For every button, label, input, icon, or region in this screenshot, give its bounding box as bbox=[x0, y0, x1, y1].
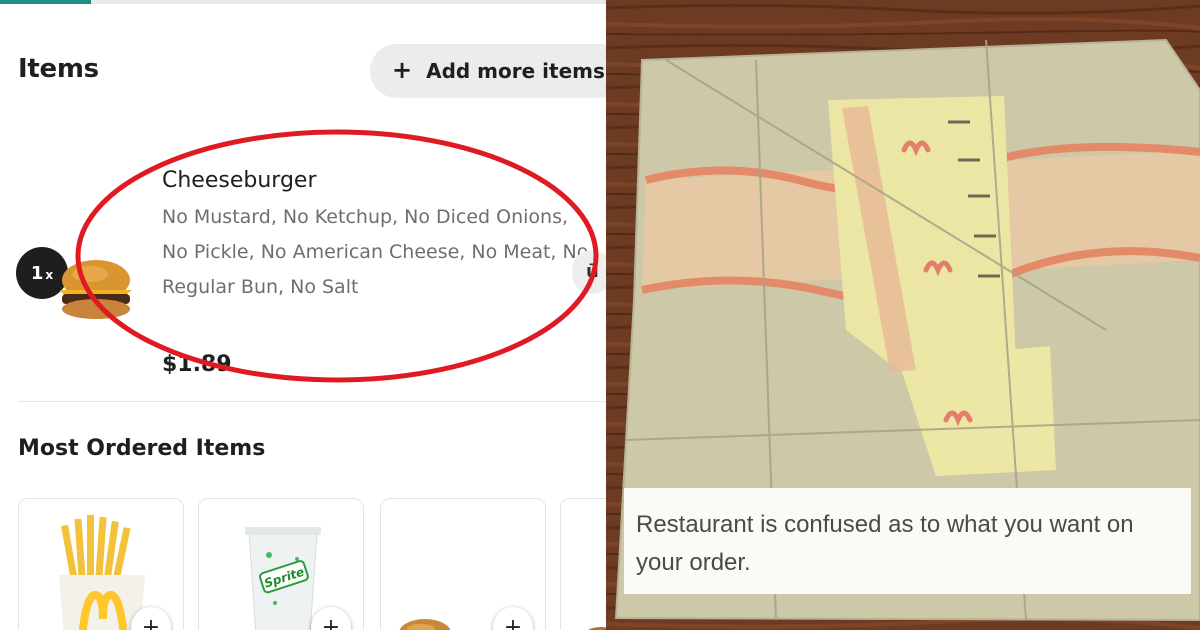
most-ordered-tile-fries[interactable]: + bbox=[18, 498, 184, 630]
most-ordered-tile-partial[interactable] bbox=[560, 498, 606, 630]
cheeseburger-image bbox=[60, 260, 132, 319]
item-name: Cheeseburger bbox=[162, 168, 317, 193]
wrapper-photo: Restaurant is confused as to what you wa… bbox=[606, 0, 1200, 630]
items-heading: Items bbox=[18, 54, 99, 84]
most-ordered-heading: Most Ordered Items bbox=[18, 436, 266, 461]
cart-item-row[interactable]: 1x Cheeseburger No Mustard, No Ketchup, … bbox=[0, 150, 606, 390]
trash-icon: ū bbox=[586, 261, 599, 282]
caption-box: Restaurant is confused as to what you wa… bbox=[624, 488, 1191, 594]
caption-text: Restaurant is confused as to what you wa… bbox=[636, 511, 1134, 576]
most-ordered-tile-nuggets[interactable]: + bbox=[380, 498, 546, 630]
section-divider bbox=[18, 401, 606, 402]
add-more-items-label: Add more items bbox=[426, 59, 605, 83]
more-item-icon bbox=[588, 627, 606, 630]
item-modifiers: No Mustard, No Ketchup, No Diced Onions,… bbox=[162, 206, 589, 298]
item-price: $1.89 bbox=[162, 352, 232, 374]
plus-icon: + bbox=[392, 55, 413, 84]
order-panel: Items + Add more items 1x Cheeseburger N… bbox=[0, 0, 606, 630]
progress-fill bbox=[0, 0, 91, 4]
delete-item-button[interactable]: ū bbox=[572, 250, 606, 294]
quantity-value: 1 bbox=[30, 262, 44, 284]
most-ordered-tile-sprite[interactable]: Sprite + bbox=[198, 498, 364, 630]
add-more-items-button[interactable]: + Add more items bbox=[370, 44, 606, 98]
progress-bar bbox=[0, 0, 606, 4]
